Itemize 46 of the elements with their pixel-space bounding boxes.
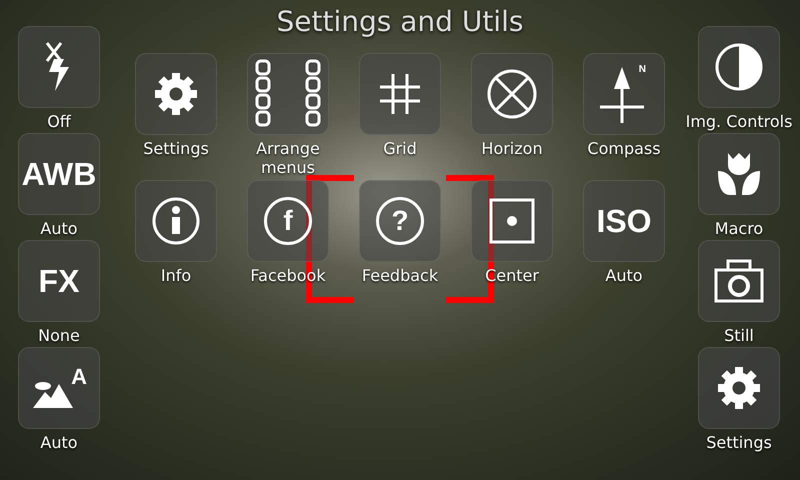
- tile-label: Info: [160, 266, 192, 285]
- tile-label: Settings: [706, 433, 772, 452]
- tile-label: Off: [47, 112, 71, 131]
- circle-icon: f: [264, 197, 312, 245]
- tile-button[interactable]: AWB: [18, 133, 100, 215]
- tile-label: None: [38, 326, 80, 345]
- horizon-icon: [486, 68, 538, 120]
- gear-icon: [715, 364, 763, 412]
- tile-button[interactable]: [698, 240, 780, 322]
- info-icon: [151, 196, 201, 246]
- screen-title: Settings and Utils: [276, 4, 524, 40]
- tile-label: Img. Controls: [686, 112, 792, 131]
- tile-label: Auto: [605, 266, 643, 285]
- tile-button[interactable]: f: [247, 180, 329, 262]
- tile-button[interactable]: [698, 347, 780, 429]
- tile-label: Compass: [587, 139, 661, 158]
- tile-label: Settings: [143, 139, 209, 158]
- tile-button[interactable]: [18, 26, 100, 108]
- tile-button[interactable]: ?: [359, 180, 441, 262]
- tile-label: Auto: [40, 433, 78, 452]
- tile-button[interactable]: FX: [18, 240, 100, 322]
- tile-label: Horizon: [481, 139, 543, 158]
- tulip-icon: [716, 151, 762, 197]
- tile-label: Grid: [383, 139, 417, 158]
- contrast-icon: [714, 42, 764, 92]
- tile-button[interactable]: [471, 53, 553, 135]
- tile-button[interactable]: [135, 180, 217, 262]
- gear-icon: [152, 70, 200, 118]
- arrange-icon: [254, 59, 322, 129]
- tile-label: Feedback: [362, 266, 438, 285]
- tile-button[interactable]: [359, 53, 441, 135]
- tile-label: Auto: [40, 219, 78, 238]
- tile-button[interactable]: [698, 133, 780, 215]
- tile-label: Arrange menus: [255, 139, 321, 177]
- tile-label: Still: [724, 326, 754, 345]
- tile-button[interactable]: N: [583, 53, 665, 135]
- tile-button[interactable]: [471, 180, 553, 262]
- tile-button[interactable]: [247, 53, 329, 135]
- tile-button[interactable]: [135, 53, 217, 135]
- tile-button[interactable]: ISO: [583, 180, 665, 262]
- tile-button[interactable]: A: [18, 347, 100, 429]
- tile-label: Macro: [714, 219, 764, 238]
- focus-point-icon: [488, 197, 536, 245]
- tile-button[interactable]: [698, 26, 780, 108]
- circle-icon: ?: [376, 197, 424, 245]
- camera-icon: [713, 258, 765, 304]
